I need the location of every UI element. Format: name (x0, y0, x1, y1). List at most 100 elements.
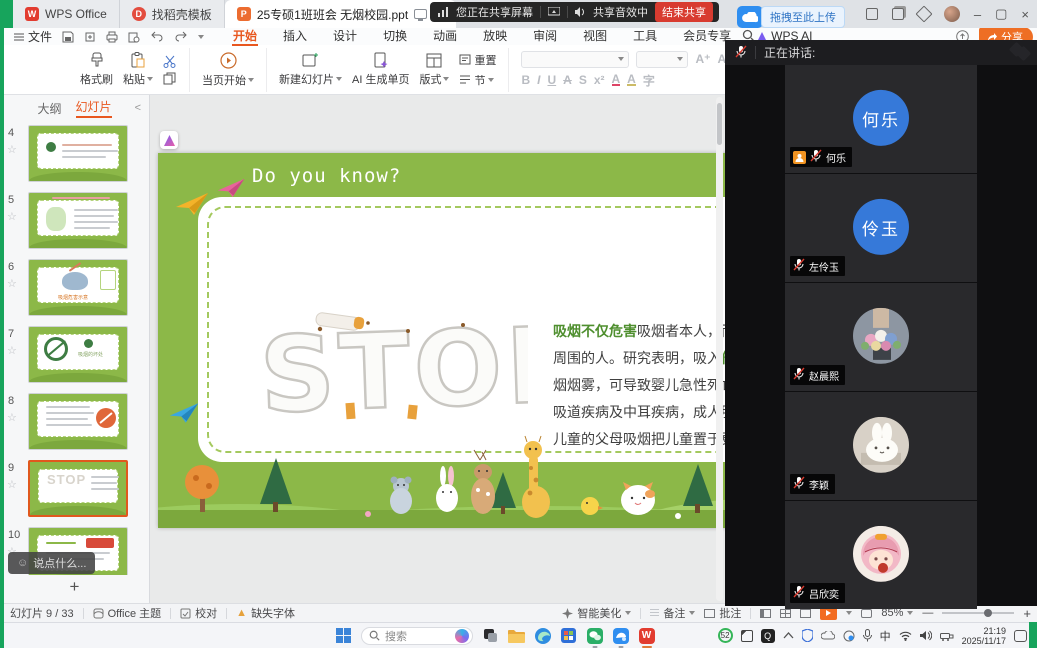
slide-thumbnail[interactable] (28, 192, 128, 249)
tab-docer[interactable]: D 找稻壳模板 (120, 0, 225, 28)
wps-app-button[interactable]: W (638, 627, 655, 644)
store-button[interactable] (560, 627, 577, 644)
canvas-scrollbar[interactable] (716, 97, 723, 601)
star-icon[interactable]: ☆ (7, 344, 17, 357)
reset-slide-button[interactable]: 重置 (459, 52, 496, 68)
fit-slide-icon[interactable] (861, 609, 872, 618)
security-shield-icon[interactable] (802, 629, 813, 642)
slide-sorter-view-icon[interactable] (780, 609, 791, 618)
underline-button[interactable]: U (547, 73, 556, 87)
star-icon[interactable]: ☆ (7, 411, 17, 424)
slide-thumbnail[interactable]: STOP (28, 460, 128, 517)
participant-tile-左伶玉[interactable]: 伶玉左伶玉 (785, 174, 977, 282)
volume-icon[interactable] (920, 630, 932, 641)
quark-icon[interactable]: Q (761, 629, 775, 643)
theme-button[interactable]: Office 主题 (93, 605, 162, 621)
wifi-icon[interactable] (899, 631, 912, 641)
participant-tile-赵晨熙[interactable]: 赵晨熙 (785, 283, 977, 391)
superscript-button[interactable]: x² (594, 73, 605, 87)
shared-screen-icon[interactable] (548, 7, 560, 17)
workspace-icon[interactable] (866, 8, 878, 20)
canvas-scroll-thumb[interactable] (717, 103, 722, 145)
normal-view-icon[interactable] (760, 609, 771, 618)
layout-button[interactable]: 版式 (419, 53, 449, 87)
health-badge[interactable]: 52 (718, 628, 733, 643)
comment-toast[interactable]: ☺ 说点什么... (8, 552, 95, 574)
star-icon[interactable]: ☆ (7, 210, 17, 223)
bold-button[interactable]: B (521, 73, 530, 87)
meeting-app-button[interactable] (612, 627, 629, 644)
minimize-button[interactable]: – (974, 7, 981, 22)
strikethrough-button[interactable]: A (563, 73, 572, 87)
cut-icon[interactable] (163, 55, 177, 68)
section-button[interactable]: 节 (459, 72, 496, 88)
cloud-sync-icon[interactable] (821, 631, 835, 640)
screenshot-tool-icon[interactable] (741, 630, 753, 642)
tab-wps-home[interactable]: W WPS Office (13, 0, 120, 28)
slide-page[interactable]: Do you know? STOP 吸烟不仅危害吸烟者本人，而且还殃周围的人。研 (158, 153, 725, 528)
redo-icon[interactable] (174, 31, 188, 42)
new-slide-button[interactable]: 新建幻灯片 (279, 52, 342, 87)
wps-ai-fab[interactable] (160, 131, 178, 149)
text-effect-button[interactable]: 字 (643, 72, 655, 89)
paste-button[interactable]: 粘贴 (123, 52, 153, 87)
ime-indicator[interactable]: 中 (880, 628, 891, 644)
apps-cube-icon[interactable] (915, 6, 932, 23)
participant-tile-李颖[interactable]: 李颖 (785, 392, 977, 500)
zoom-slider[interactable] (942, 612, 1014, 614)
close-button[interactable]: × (1021, 7, 1029, 22)
account-avatar[interactable] (944, 6, 960, 22)
star-icon[interactable]: ☆ (7, 478, 17, 491)
tab-slides[interactable]: 幻灯片 (76, 98, 112, 118)
menu-tab-审阅[interactable]: 审阅 (520, 28, 570, 45)
device-icon[interactable] (940, 631, 954, 641)
maximize-button[interactable]: ▢ (995, 6, 1007, 22)
stop-share-button[interactable]: 结束共享 (655, 2, 713, 22)
shadow-button[interactable]: S (579, 73, 587, 87)
font-family-select[interactable] (521, 51, 629, 68)
save-icon[interactable] (62, 31, 74, 43)
participant-tile-吕欣奕[interactable]: 吕欣奕 (785, 501, 977, 609)
star-icon[interactable]: ☆ (7, 143, 17, 156)
slide-thumbnail[interactable]: 吸烟的坏处 (28, 326, 128, 383)
menu-tab-切换[interactable]: 切换 (370, 28, 420, 45)
font-color-button[interactable]: A (612, 74, 621, 86)
ai-generate-page-button[interactable]: AI 生成单页 (352, 52, 409, 87)
undo-icon[interactable] (150, 31, 164, 42)
highlight-button[interactable]: A (627, 74, 636, 86)
font-size-select[interactable] (636, 51, 688, 68)
notes-button[interactable]: 备注 (650, 605, 695, 621)
copilot-icon[interactable] (455, 629, 469, 643)
slide-thumbnail[interactable]: 吸烟危害示意 (28, 259, 128, 316)
zoom-in-button[interactable]: + (1023, 606, 1031, 621)
tray-mic-icon[interactable] (863, 629, 872, 642)
tab-document[interactable]: P 25专硕1班班会 无烟校园.ppt × (225, 0, 456, 28)
file-explorer-button[interactable] (508, 627, 525, 644)
print-preview-icon[interactable] (128, 31, 140, 43)
star-icon[interactable]: ☆ (7, 277, 17, 290)
slideshow-caret-icon[interactable] (846, 611, 852, 615)
add-slide-button[interactable]: + (0, 577, 149, 597)
format-painter-button[interactable]: 格式刷 (80, 52, 113, 87)
menu-tab-视图[interactable]: 视图 (570, 28, 620, 45)
italic-button[interactable]: I (537, 73, 540, 87)
proofing-button[interactable]: 校对 (180, 605, 217, 621)
start-button[interactable] (335, 627, 352, 644)
tab-outline[interactable]: 大纲 (37, 100, 61, 117)
quick-access-caret-icon[interactable] (198, 35, 204, 39)
comments-button[interactable]: 批注 (704, 605, 741, 621)
menu-tab-开始[interactable]: 开始 (220, 28, 270, 45)
menu-tab-工具[interactable]: 工具 (620, 28, 670, 45)
task-view-button[interactable] (482, 627, 499, 644)
reading-view-icon[interactable] (800, 609, 811, 618)
participant-tile-何乐[interactable]: 何乐何乐 (785, 65, 977, 173)
taskbar-search[interactable]: 搜索 (361, 627, 473, 645)
wechat-button[interactable] (586, 627, 603, 644)
output-icon[interactable] (84, 31, 96, 43)
collapse-panel-icon[interactable]: < (135, 102, 141, 114)
slide-thumbnail[interactable] (28, 393, 128, 450)
menu-tab-动画[interactable]: 动画 (420, 28, 470, 45)
menu-tab-设计[interactable]: 设计 (320, 28, 370, 45)
smart-beautify-button[interactable]: 智能美化 (562, 605, 631, 621)
copy-icon[interactable] (163, 72, 177, 85)
